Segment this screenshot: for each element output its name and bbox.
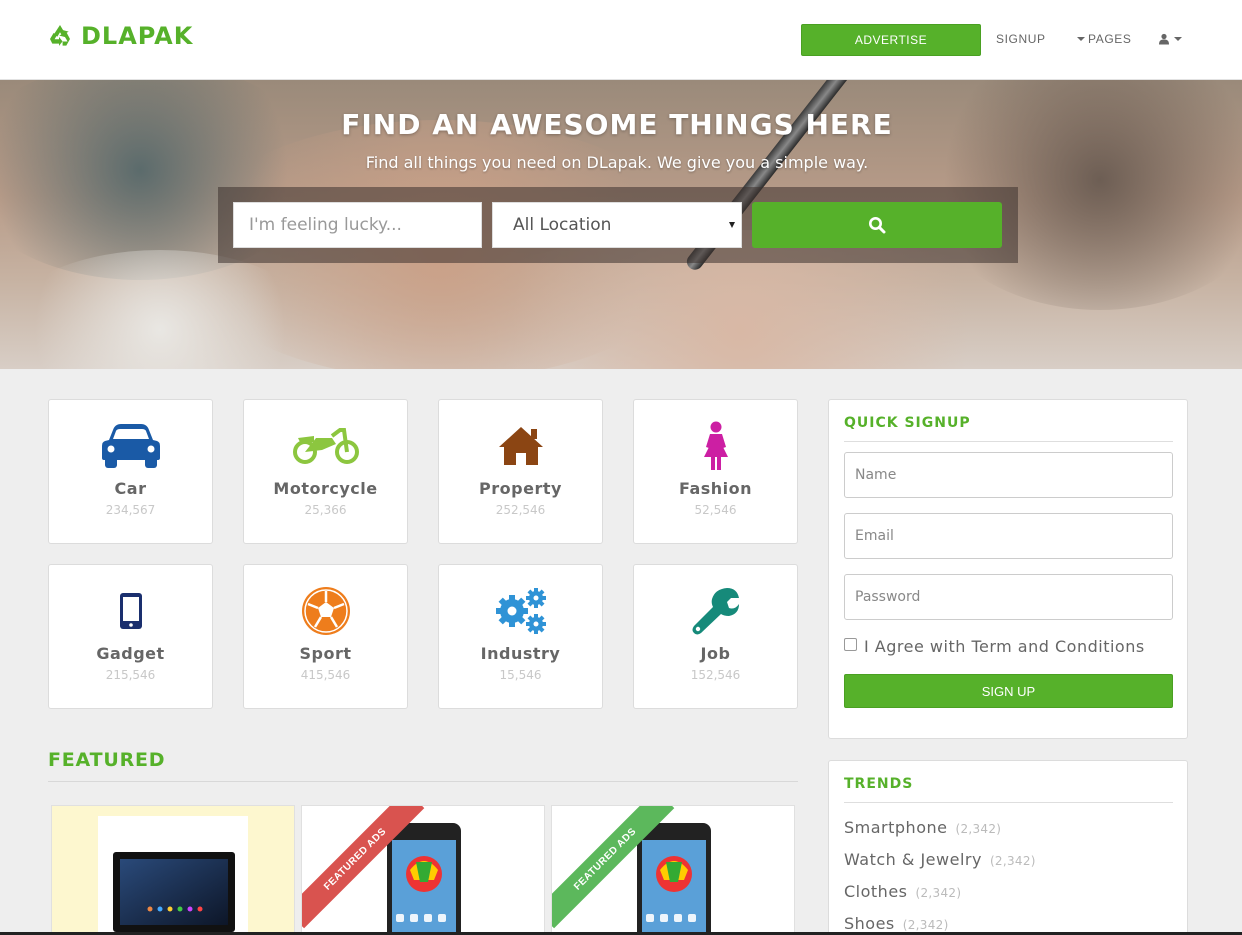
trends-panel: TRENDS Smartphone (2,342) Watch & Jewelry…	[828, 760, 1188, 935]
name-field[interactable]: Name	[844, 452, 1173, 498]
home-icon	[498, 427, 543, 465]
password-field[interactable]: Password	[844, 574, 1173, 620]
category-count: 252,546	[495, 503, 546, 517]
category-card-motorcycle[interactable]: Motorcycle 25,366	[243, 399, 408, 544]
panel-divider	[844, 802, 1173, 803]
featured-title: FEATURED	[48, 749, 166, 771]
gears-icon	[495, 588, 546, 634]
car-icon	[101, 424, 160, 468]
signup-button[interactable]: SIGN UP	[844, 674, 1173, 708]
recycle-icon	[50, 25, 70, 46]
category-card-industry[interactable]: Industry 15,546	[438, 564, 603, 709]
trends-title: TRENDS	[844, 776, 914, 792]
trend-count: (2,342)	[902, 918, 949, 932]
soccer-ball-icon	[301, 587, 350, 635]
featured-card[interactable]: FEATURED ADS	[551, 805, 795, 935]
nav-signup-link[interactable]: SIGNUP	[996, 30, 1046, 48]
select-arrow-icon	[729, 222, 735, 228]
category-name: Job	[700, 644, 731, 663]
category-card-sport[interactable]: Sport 415,546	[243, 564, 408, 709]
top-navbar: DLAPAK ADVERTISE SIGNUP PAGES	[0, 0, 1242, 80]
trend-label: Shoes	[844, 914, 895, 933]
category-name: Gadget	[96, 644, 165, 663]
motorcycle-icon	[292, 428, 359, 464]
category-count: 25,366	[304, 503, 347, 517]
trend-count: (2,342)	[989, 854, 1036, 868]
category-card-gadget[interactable]: Gadget 215,546	[48, 564, 213, 709]
trend-item[interactable]: Clothes (2,342)	[844, 882, 961, 901]
category-count: 52,546	[694, 503, 737, 517]
mobile-icon	[119, 593, 142, 629]
trend-label: Watch & Jewelry	[844, 850, 982, 869]
category-name: Property	[479, 479, 562, 498]
category-name: Car	[114, 479, 147, 498]
advertise-button[interactable]: ADVERTISE	[801, 24, 981, 56]
hero-subtitle: Find all things you need on DLapak. We g…	[365, 153, 869, 172]
category-name: Motorcycle	[273, 479, 378, 498]
smartphone-image	[387, 823, 461, 935]
category-count: 234,567	[105, 503, 156, 517]
featured-card[interactable]: FEATURED ADS	[301, 805, 545, 935]
category-card-job[interactable]: Job 152,546	[633, 564, 798, 709]
trend-item[interactable]: Shoes (2,342)	[844, 914, 949, 933]
brand-name: DLAPAK	[81, 22, 194, 50]
nav-pages-dropdown[interactable]: PAGES	[1074, 30, 1131, 48]
location-select[interactable]: All Location	[492, 202, 742, 248]
trend-label: Smartphone	[844, 818, 948, 837]
trend-label: Clothes	[844, 882, 908, 901]
hero-title: FIND AN AWESOME THINGS HERE	[341, 108, 893, 141]
user-menu-dropdown[interactable]	[1158, 30, 1185, 48]
category-card-car[interactable]: Car 234,567	[48, 399, 213, 544]
category-name: Fashion	[678, 479, 753, 498]
quick-signup-panel: QUICK SIGNUP Name Email Password I Agree…	[828, 399, 1188, 739]
caret-down-icon	[1174, 37, 1182, 41]
search-icon	[869, 217, 886, 234]
trend-item[interactable]: Watch & Jewelry (2,342)	[844, 850, 1036, 869]
nav-pages-label: PAGES	[1088, 32, 1132, 46]
email-field[interactable]: Email	[844, 513, 1173, 559]
category-card-fashion[interactable]: Fashion 52,546	[633, 399, 798, 544]
search-button[interactable]	[752, 202, 1002, 248]
trend-count: (2,342)	[955, 822, 1002, 836]
agree-checkbox[interactable]	[844, 638, 857, 651]
search-input[interactable]: I'm feeling lucky...	[233, 202, 482, 248]
trend-count: (2,342)	[915, 886, 962, 900]
agree-label: I Agree with Term and Conditions	[864, 637, 1145, 656]
tablet-image	[113, 852, 235, 932]
wrench-icon	[692, 588, 739, 635]
featured-card[interactable]	[51, 805, 295, 935]
panel-divider	[844, 441, 1173, 442]
caret-down-icon	[1077, 37, 1085, 41]
quick-signup-title: QUICK SIGNUP	[844, 415, 971, 431]
category-count: 15,546	[499, 668, 542, 682]
category-card-property[interactable]: Property 252,546	[438, 399, 603, 544]
location-select-value: All Location	[513, 215, 612, 235]
category-name: Industry	[480, 644, 561, 663]
female-icon	[703, 421, 728, 470]
category-name: Sport	[299, 644, 352, 663]
category-count: 152,546	[690, 668, 741, 682]
user-icon	[1159, 33, 1169, 45]
category-count: 415,546	[300, 668, 351, 682]
trend-item[interactable]: Smartphone (2,342)	[844, 818, 1001, 837]
brand-logo[interactable]: DLAPAK	[47, 20, 193, 52]
smartphone-image	[637, 823, 711, 935]
featured-divider	[48, 781, 798, 782]
category-count: 215,546	[105, 668, 156, 682]
